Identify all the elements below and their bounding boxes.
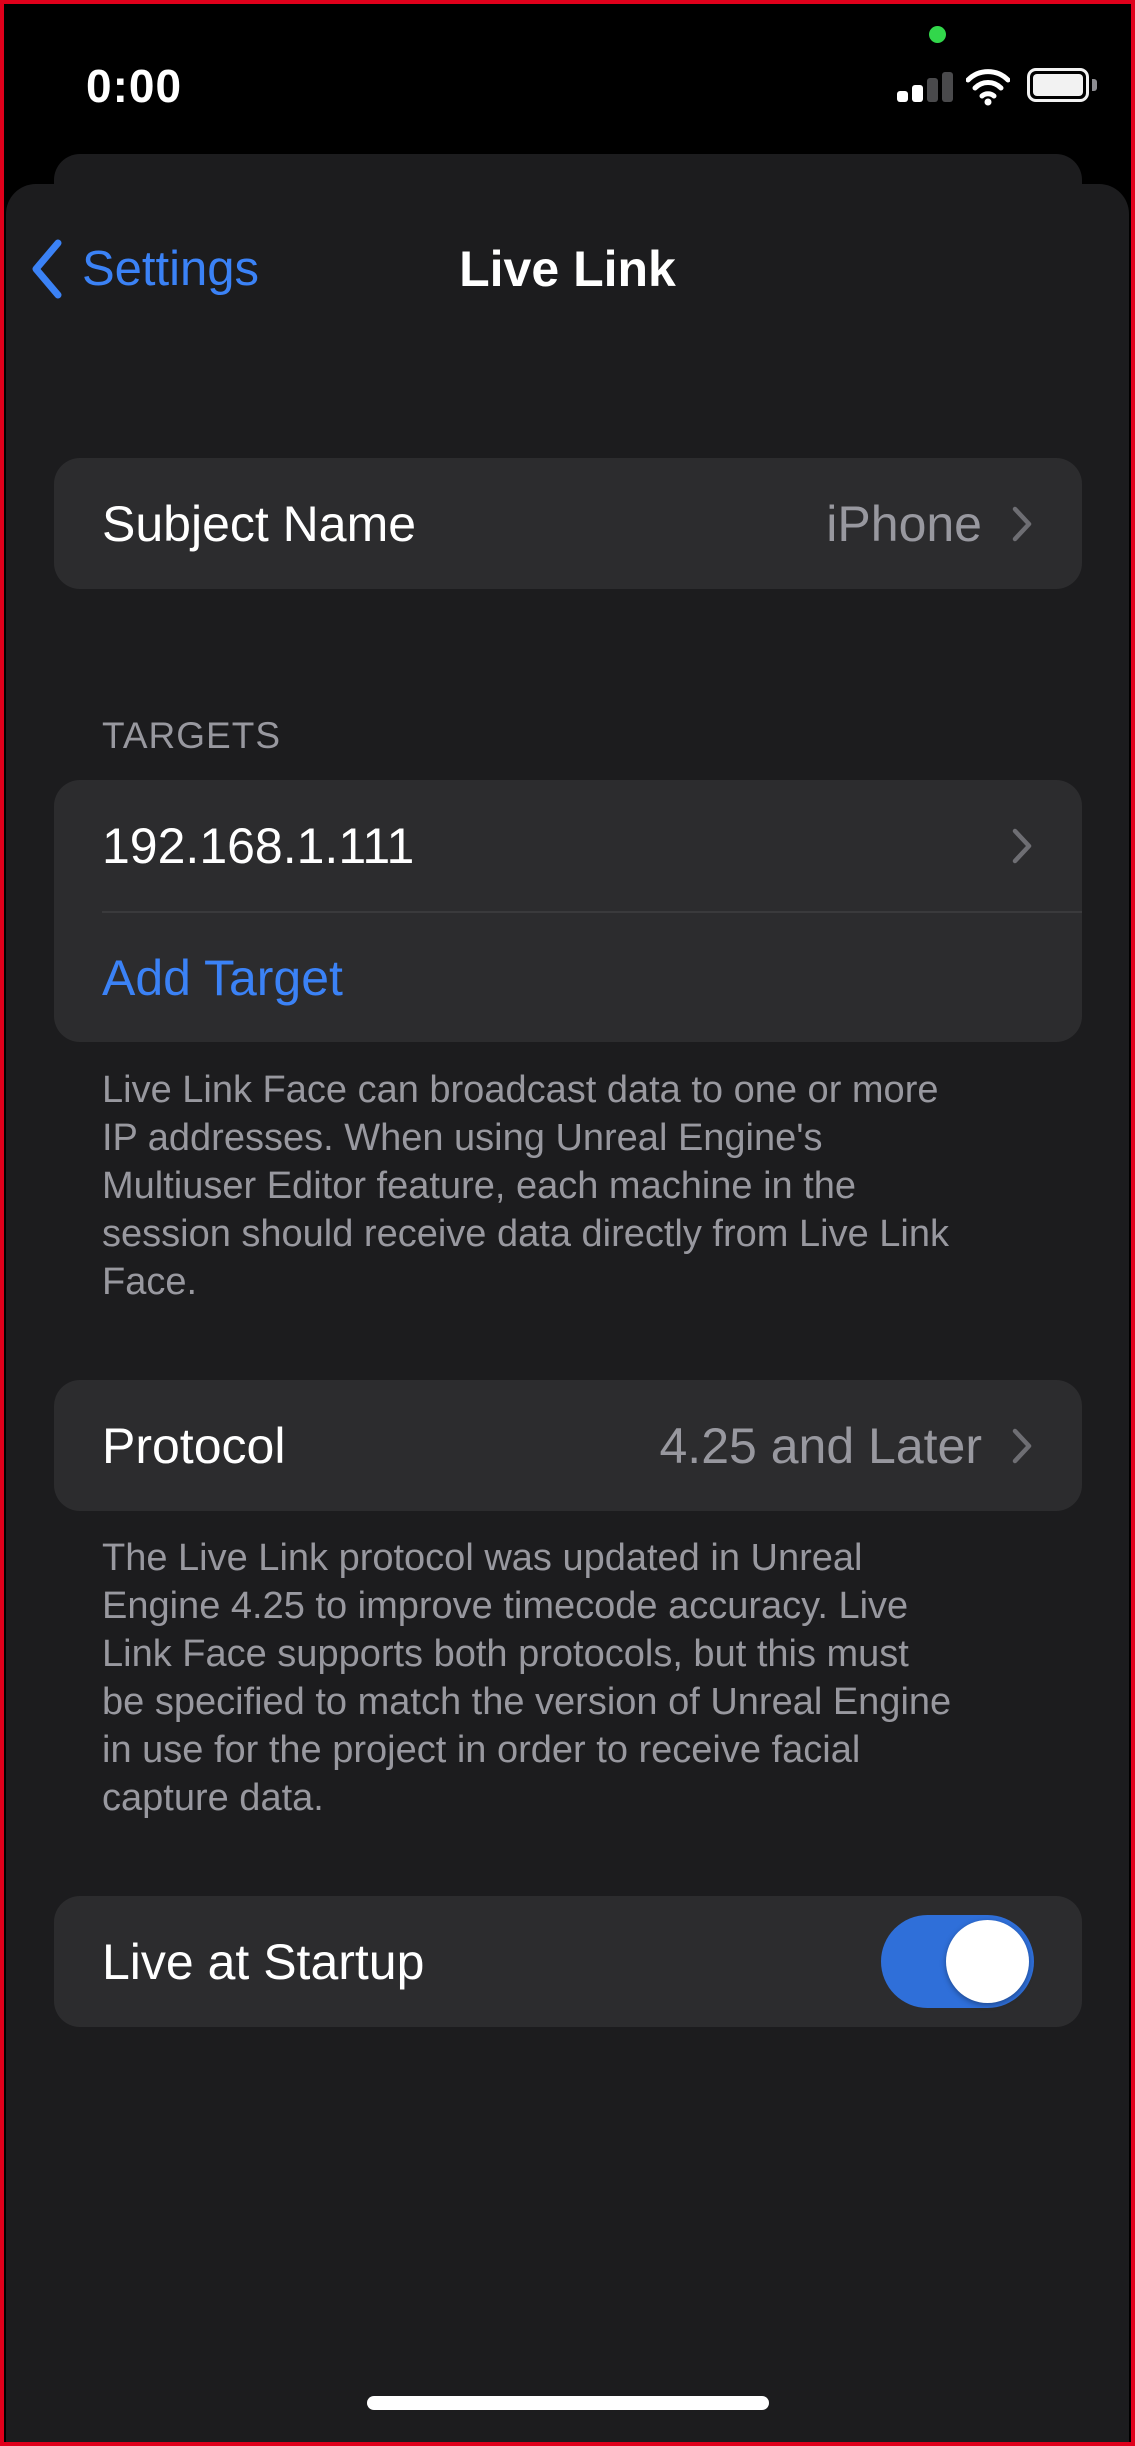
startup-group: Live at Startup: [54, 1896, 1082, 2027]
targets-section-header: TARGETS: [102, 715, 281, 756]
protocol-label: Protocol: [102, 1417, 286, 1474]
protocol-value: 4.25 and Later: [659, 1417, 983, 1474]
status-time: 0:00: [86, 60, 183, 112]
add-target-label: Add Target: [102, 949, 343, 1006]
targets-footer: Live Link Face can broadcast data to one…: [102, 1069, 949, 1303]
protocol-footer: The Live Link protocol was updated in Un…: [102, 1537, 952, 1819]
live-at-startup-label: Live at Startup: [102, 1933, 425, 1990]
battery-cap: [1092, 79, 1097, 91]
protocol-group: Protocol 4.25 and Later: [54, 1380, 1082, 1511]
camera-in-use-indicator: [929, 26, 946, 43]
subject-name-label: Subject Name: [102, 495, 417, 552]
targets-group: 192.168.1.111 Add Target: [54, 780, 1082, 1042]
cellular-signal-icon: [897, 72, 953, 102]
wifi-icon: [966, 69, 1010, 106]
subject-name-row[interactable]: Subject Name iPhone: [54, 458, 1082, 589]
target-row[interactable]: 192.168.1.111: [54, 780, 1082, 911]
target-ip-label: 192.168.1.111: [102, 817, 415, 874]
protocol-row[interactable]: Protocol 4.25 and Later: [54, 1380, 1082, 1511]
chevron-right-icon: [1012, 506, 1032, 541]
home-indicator[interactable]: [367, 2396, 769, 2410]
battery-icon: [1027, 68, 1089, 102]
subject-name-value: iPhone: [826, 495, 982, 552]
page-title: Live Link: [459, 241, 676, 297]
live-at-startup-row: Live at Startup: [54, 1896, 1082, 2027]
chevron-right-icon: [1012, 828, 1032, 863]
chevron-right-icon: [1012, 1428, 1032, 1463]
subject-group: Subject Name iPhone: [54, 458, 1082, 589]
add-target-button[interactable]: Add Target: [54, 913, 1082, 1042]
live-at-startup-toggle[interactable]: [881, 1915, 1034, 2008]
toggle-knob: [946, 1920, 1029, 2003]
